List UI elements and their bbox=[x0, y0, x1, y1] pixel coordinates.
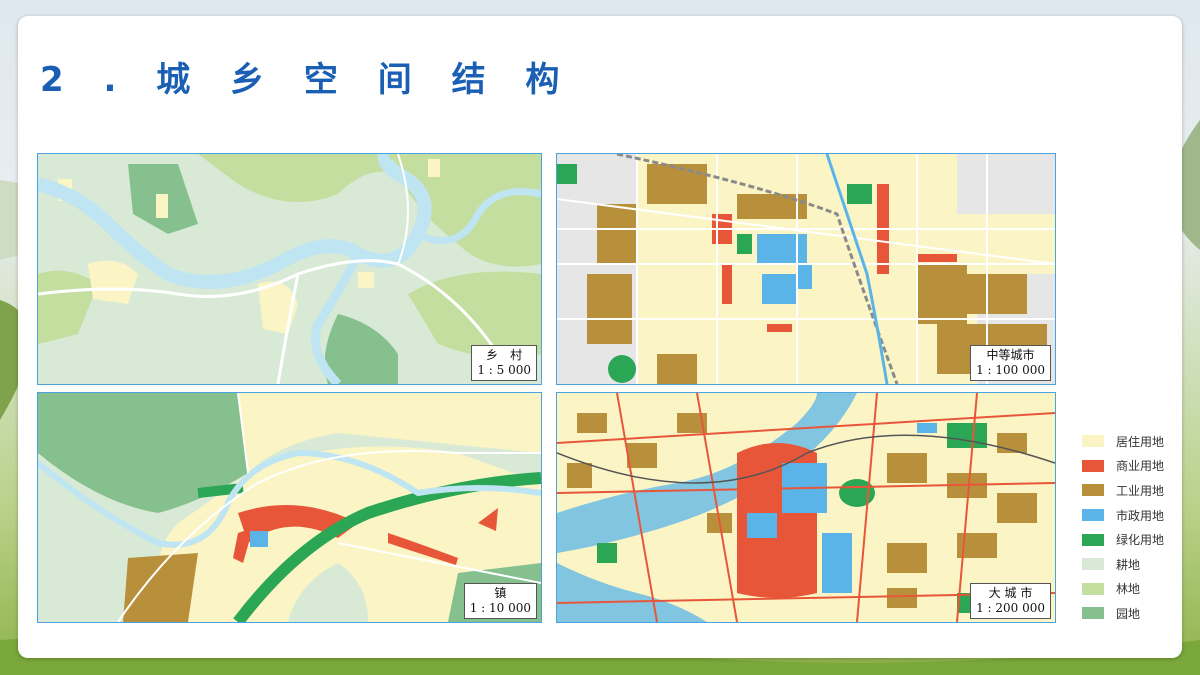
legend-swatch bbox=[1082, 459, 1104, 472]
legend-label: 林地 bbox=[1116, 582, 1141, 597]
map-large-city-scale: 1 : 200 000 bbox=[976, 601, 1045, 615]
legend-label: 耕地 bbox=[1116, 557, 1141, 572]
legend-item: 居住用地 bbox=[1082, 429, 1164, 454]
legend-swatch bbox=[1082, 509, 1104, 522]
legend-label: 绿化用地 bbox=[1116, 533, 1165, 548]
map-town-label: 镇 1 : 10 000 bbox=[463, 583, 537, 619]
map-medium-city: 中等城市 1 : 100 000 bbox=[556, 153, 1056, 385]
map-large-city-name: 大 城 市 bbox=[988, 586, 1033, 600]
map-legend: 居住用地商业用地工业用地市政用地绿化用地耕地林地园地 bbox=[1082, 429, 1164, 626]
legend-swatch bbox=[1082, 533, 1104, 546]
map-town-name: 镇 bbox=[494, 586, 507, 600]
village-map-canvas bbox=[38, 154, 541, 384]
legend-label: 居住用地 bbox=[1116, 434, 1165, 449]
legend-label: 工业用地 bbox=[1116, 483, 1165, 498]
legend-item: 绿化用地 bbox=[1082, 527, 1164, 552]
legend-item: 商业用地 bbox=[1082, 454, 1164, 479]
legend-swatch bbox=[1082, 484, 1104, 497]
map-village-scale: 1 : 5 000 bbox=[477, 363, 531, 377]
map-town-scale: 1 : 10 000 bbox=[469, 601, 531, 615]
map-medium-city-scale: 1 : 100 000 bbox=[976, 363, 1045, 377]
map-large-city-label: 大 城 市 1 : 200 000 bbox=[970, 583, 1051, 619]
legend-item: 林地 bbox=[1082, 577, 1164, 602]
map-town: 镇 1 : 10 000 bbox=[37, 392, 542, 623]
legend-item: 耕地 bbox=[1082, 552, 1164, 577]
map-medium-city-name: 中等城市 bbox=[986, 348, 1035, 362]
slide-title: 2 . 城 乡 空 间 结 构 bbox=[40, 60, 574, 100]
legend-swatch bbox=[1082, 435, 1104, 448]
legend-label: 商业用地 bbox=[1116, 459, 1165, 474]
map-large-city: 大 城 市 1 : 200 000 bbox=[556, 392, 1056, 623]
legend-item: 园地 bbox=[1082, 601, 1164, 626]
map-village-name: 乡 村 bbox=[486, 348, 523, 362]
legend-label: 市政用地 bbox=[1116, 508, 1165, 523]
legend-swatch bbox=[1082, 582, 1104, 595]
legend-item: 工业用地 bbox=[1082, 478, 1164, 503]
map-village: 乡 村 1 : 5 000 bbox=[37, 153, 542, 385]
legend-item: 市政用地 bbox=[1082, 503, 1164, 528]
legend-swatch bbox=[1082, 607, 1104, 620]
legend-swatch bbox=[1082, 558, 1104, 571]
map-village-label: 乡 村 1 : 5 000 bbox=[471, 345, 537, 381]
map-medium-city-label: 中等城市 1 : 100 000 bbox=[970, 345, 1051, 381]
legend-label: 园地 bbox=[1116, 606, 1141, 621]
